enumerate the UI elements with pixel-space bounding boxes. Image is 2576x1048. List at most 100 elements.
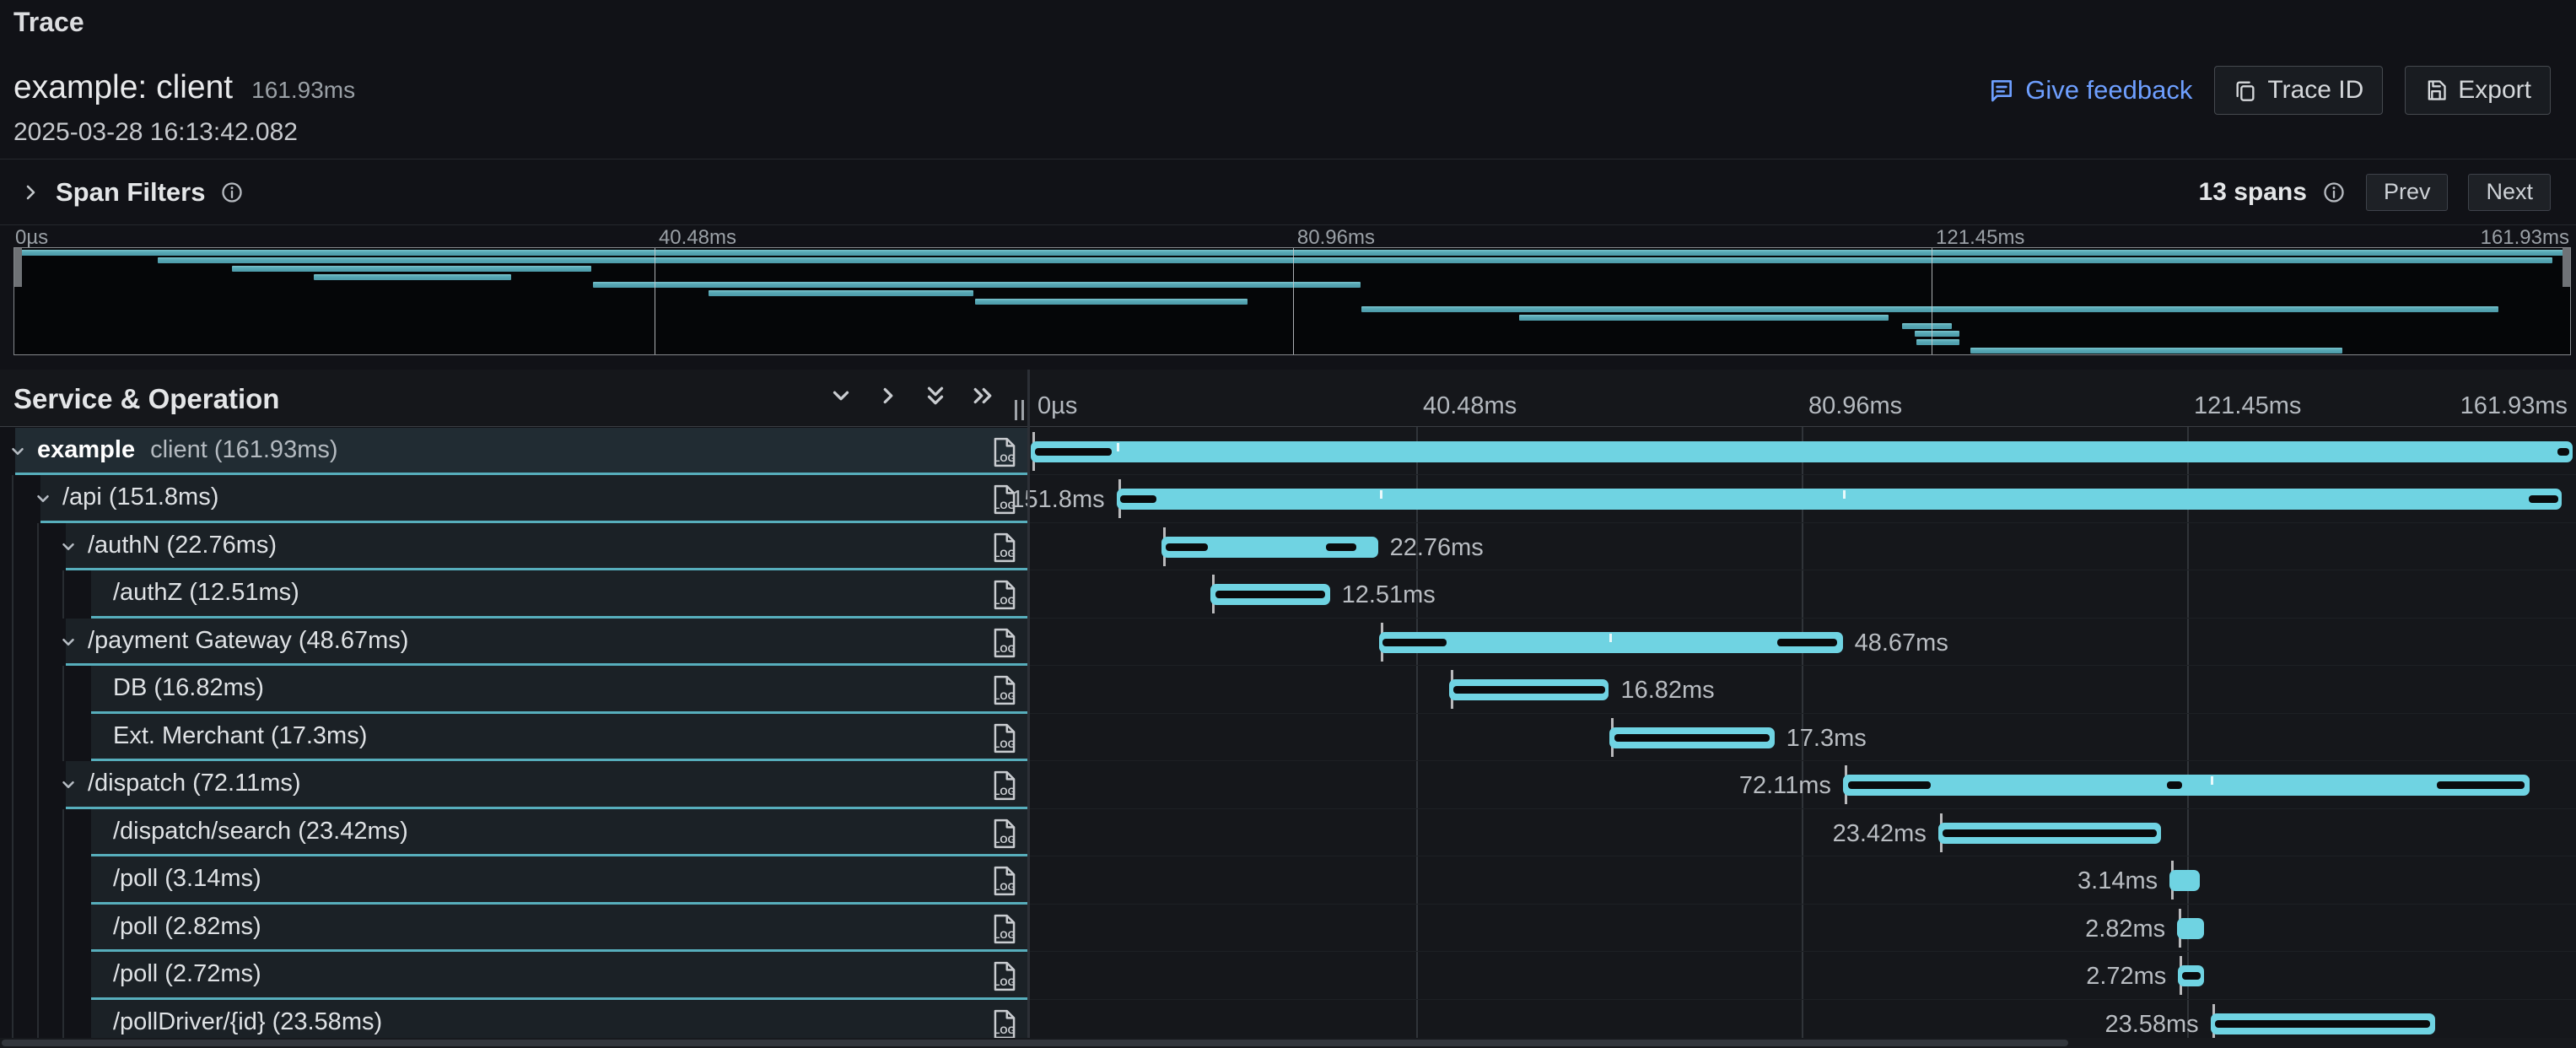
copy-icon xyxy=(2234,78,2257,102)
span-nav-controls: 13 spans Prev Next xyxy=(2199,159,2551,224)
span-row[interactable]: /payment Gateway (48.67ms)LOG 48.67ms xyxy=(0,619,2576,667)
span-row[interactable]: /authZ (12.51ms) LOG 12.51ms xyxy=(0,570,2576,619)
span-name-cell[interactable]: Ext. Merchant (17.3ms) xyxy=(91,714,1027,762)
log-icon[interactable]: LOG xyxy=(990,532,1019,563)
trace-id-button[interactable]: Trace ID xyxy=(2214,66,2383,115)
span-duration-label: 23.42ms xyxy=(1833,820,1927,848)
span-events-segment xyxy=(1035,448,1112,456)
minimap-axis-label: 80.96ms xyxy=(1297,226,1375,250)
trace-duration-badge: 161.93ms xyxy=(251,77,355,104)
indent-guide xyxy=(12,475,13,523)
chevron-down-icon[interactable] xyxy=(59,633,78,651)
span-row[interactable]: /authN (22.76ms)LOG22.76ms xyxy=(0,523,2576,571)
span-duration-label: 12.51ms xyxy=(1342,581,1436,609)
span-duration-label: 48.67ms xyxy=(1855,629,1948,657)
span-name-cell[interactable]: /payment Gateway (48.67ms) xyxy=(66,619,1027,667)
indent-guide xyxy=(12,809,13,857)
span-name-cell[interactable]: /poll (2.82ms) xyxy=(91,905,1027,953)
indent-guide xyxy=(62,666,64,714)
minimap-span-bar xyxy=(1902,323,1952,329)
indent-guide xyxy=(37,856,39,905)
give-feedback-link[interactable]: Give feedback xyxy=(1988,75,2192,105)
span-label: /authZ (12.51ms) xyxy=(113,579,299,607)
operation-name: client (161.93ms) xyxy=(150,436,337,463)
span-duration-label: 16.82ms xyxy=(1620,677,1714,705)
span-label: /dispatch (72.11ms) xyxy=(88,770,301,797)
log-icon[interactable]: LOG xyxy=(990,1009,1019,1040)
span-timeline-cell[interactable] xyxy=(1030,905,2576,953)
panel-divider[interactable] xyxy=(1027,370,1030,1038)
log-icon[interactable]: LOG xyxy=(990,961,1019,991)
span-name-cell[interactable]: /authN (22.76ms) xyxy=(66,523,1027,571)
span-timeline-cell[interactable] xyxy=(1030,856,2576,905)
scrollbar-thumb[interactable] xyxy=(2,1040,2068,1046)
span-row[interactable]: exampleclient (161.93ms) LOG xyxy=(0,428,2576,476)
span-timeline-cell[interactable] xyxy=(1030,809,2576,857)
log-icon[interactable]: LOG xyxy=(990,628,1019,658)
span-bar[interactable] xyxy=(1117,489,2563,510)
chevron-down-icon[interactable] xyxy=(59,538,78,556)
log-icon[interactable]: LOG xyxy=(990,818,1019,849)
span-timeline-cell[interactable] xyxy=(1030,666,2576,714)
span-name-cell[interactable]: /dispatch (72.11ms) xyxy=(66,761,1027,809)
span-row[interactable]: /poll (3.14ms)LOG3.14ms xyxy=(0,856,2576,905)
span-name-cell[interactable]: exampleclient (161.93ms) xyxy=(15,428,1027,476)
chevron-down-icon[interactable] xyxy=(59,775,78,794)
page-title: example: client xyxy=(13,69,233,106)
info-icon[interactable] xyxy=(220,181,244,204)
svg-text:LOG: LOG xyxy=(994,548,1015,559)
timeline-axis-label: 40.48ms xyxy=(1423,392,1517,420)
span-timeline-cell[interactable] xyxy=(1030,952,2576,1000)
export-label: Export xyxy=(2458,76,2531,105)
span-row[interactable]: Ext. Merchant (17.3ms)LOG17.3ms xyxy=(0,714,2576,762)
span-name-cell[interactable]: /dispatch/search (23.42ms) xyxy=(91,809,1027,857)
span-label: /pollDriver/{id} (23.58ms) xyxy=(113,1008,382,1036)
span-name-cell[interactable]: /poll (2.72ms) xyxy=(91,952,1027,1000)
span-name-cell[interactable]: /poll (3.14ms) xyxy=(91,856,1027,905)
log-icon[interactable]: LOG xyxy=(990,914,1019,944)
trace-minimap[interactable] xyxy=(13,247,2571,355)
header-actions: Give feedback Trace ID Export xyxy=(1988,66,2551,115)
indent-guide xyxy=(12,905,13,953)
span-row[interactable]: /dispatch (72.11ms)LOG72.11ms xyxy=(0,761,2576,809)
next-span-button[interactable]: Next xyxy=(2468,174,2551,211)
span-row[interactable]: /poll (2.72ms)LOG2.72ms xyxy=(0,952,2576,1000)
log-icon[interactable]: LOG xyxy=(990,866,1019,896)
timeline-header: Service & Operation 0µs40.48ms80.96ms121… xyxy=(0,370,2576,427)
span-bar[interactable] xyxy=(1843,775,2530,796)
span-bar[interactable] xyxy=(1031,441,2573,462)
chevron-down-icon[interactable] xyxy=(8,442,27,461)
indent-guide xyxy=(12,619,13,667)
log-icon[interactable]: LOG xyxy=(990,437,1019,467)
chevron-down-icon[interactable] xyxy=(34,489,52,508)
log-icon[interactable]: LOG xyxy=(990,723,1019,754)
log-icon[interactable]: LOG xyxy=(990,675,1019,705)
span-label: /api (151.8ms) xyxy=(62,483,218,511)
span-row[interactable]: /dispatch/search (23.42ms)LOG 23.42ms xyxy=(0,809,2576,857)
span-name-cell[interactable]: DB (16.82ms) xyxy=(91,666,1027,714)
indent-guide xyxy=(62,905,64,953)
minimap-left-handle[interactable] xyxy=(14,248,22,287)
horizontal-scrollbar[interactable] xyxy=(0,1038,2576,1048)
span-events-segment xyxy=(1453,686,1604,694)
span-row[interactable]: DB (16.82ms)LOG 16.82ms xyxy=(0,666,2576,714)
span-row[interactable]: /poll (2.82ms)LOG2.82ms xyxy=(0,905,2576,953)
span-bar[interactable] xyxy=(2169,870,2199,891)
span-events-segment xyxy=(1848,781,1931,789)
span-filters-toggle[interactable]: Span Filters xyxy=(20,159,244,224)
span-bar[interactable] xyxy=(2177,918,2204,939)
info-icon[interactable] xyxy=(2322,181,2346,204)
span-name-cell[interactable]: /authZ (12.51ms) xyxy=(91,570,1027,619)
svg-text:LOG: LOG xyxy=(994,1025,1015,1036)
span-row[interactable]: /api (151.8ms)LOG151.8ms xyxy=(0,475,2576,523)
export-button[interactable]: Export xyxy=(2405,66,2551,115)
indent-guide xyxy=(12,761,13,809)
span-name-cell[interactable]: /api (151.8ms) xyxy=(40,475,1027,523)
log-icon[interactable]: LOG xyxy=(990,580,1019,610)
prev-span-button[interactable]: Prev xyxy=(2366,174,2449,211)
span-events-segment xyxy=(1943,829,2157,837)
span-label: Ext. Merchant (17.3ms) xyxy=(113,722,367,750)
minimap-right-handle[interactable] xyxy=(2563,248,2570,287)
log-icon[interactable]: LOG xyxy=(990,770,1019,801)
span-label: exampleclient (161.93ms) xyxy=(37,436,338,464)
